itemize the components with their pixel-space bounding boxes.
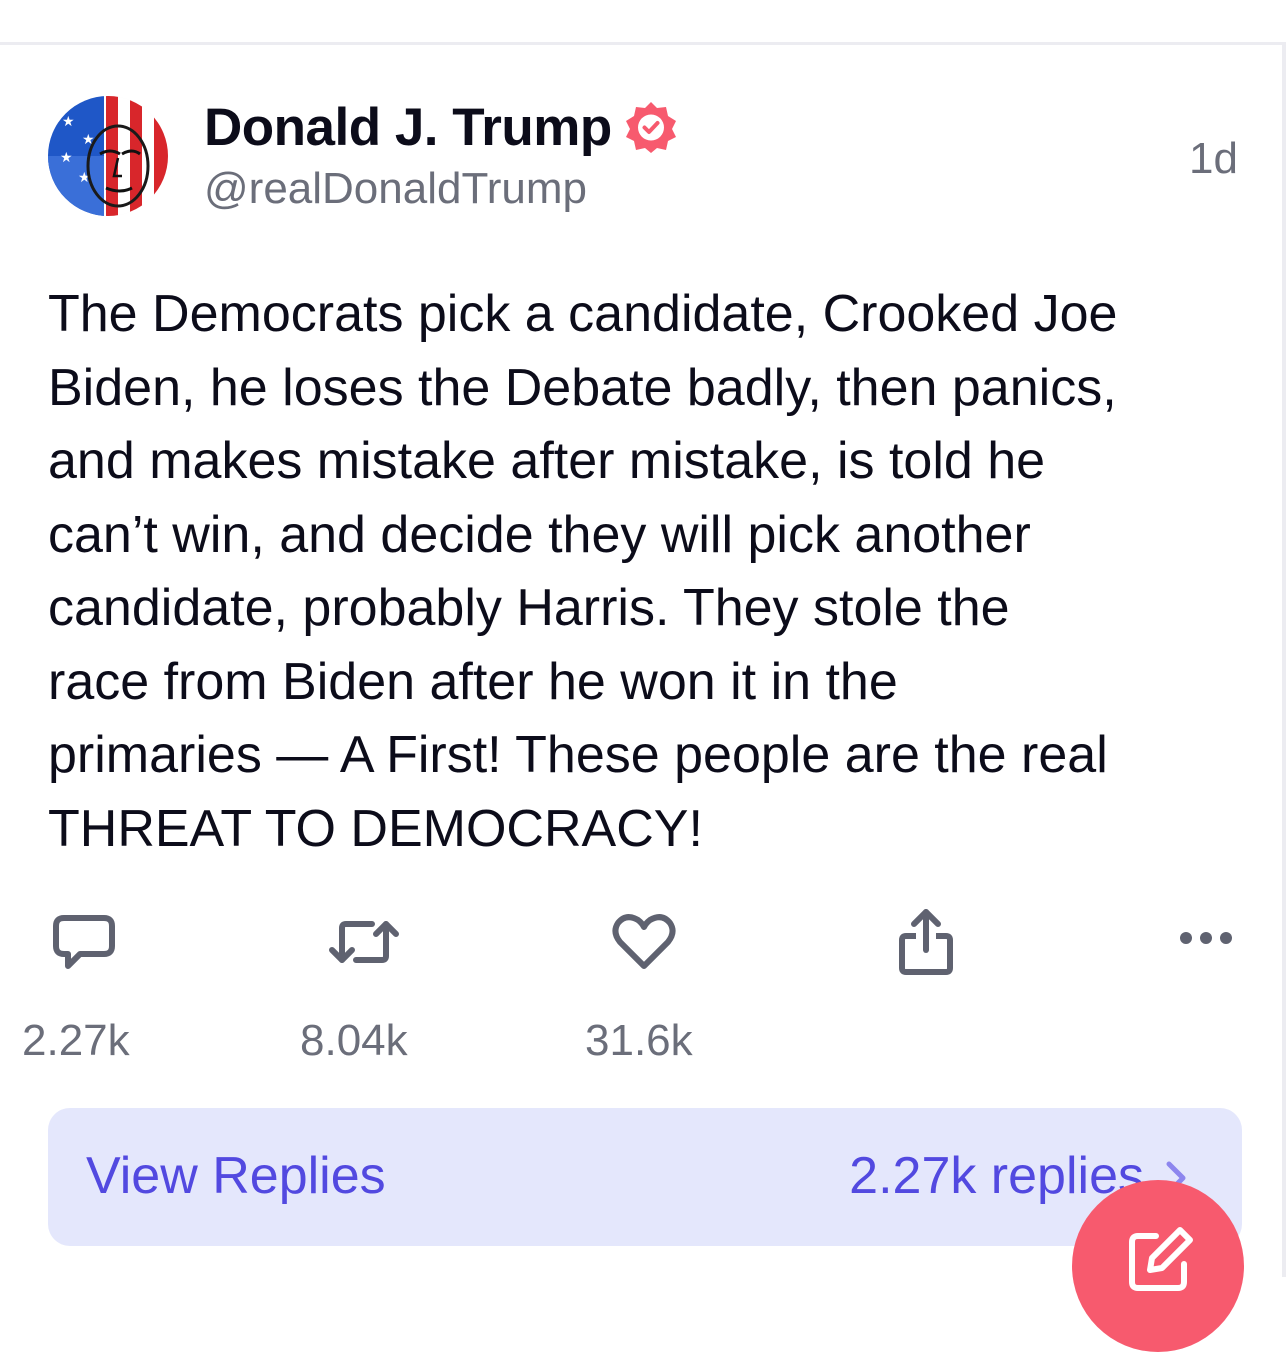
- author-name[interactable]: Donald J. Trump: [204, 96, 678, 158]
- more-icon[interactable]: [1178, 928, 1234, 948]
- replies-count: 2.27k replies: [849, 1147, 1144, 1205]
- view-replies-label: View Replies: [86, 1147, 386, 1205]
- reply-count: 2.27k: [22, 1016, 130, 1065]
- post-body-line: The Democrats pick a candidate, Crooked …: [48, 285, 1118, 343]
- repost-count: 8.04k: [300, 1016, 408, 1065]
- display-name-text: Donald J. Trump: [204, 97, 612, 157]
- compose-icon: [1124, 1224, 1196, 1301]
- post-body-line: and makes mistake after mistake, is told…: [48, 432, 1046, 490]
- svg-text:★: ★: [62, 113, 75, 129]
- share-icon[interactable]: [896, 906, 956, 978]
- compose-button[interactable]: [1072, 1180, 1244, 1352]
- card-edge: [1282, 42, 1286, 1277]
- view-replies-button[interactable]: View Replies 2.27k replies: [48, 1108, 1242, 1246]
- avatar-image: ★ ★ ★ ★: [48, 96, 168, 216]
- post-body-line: Biden, he loses the Debate badly, then p…: [48, 358, 1117, 417]
- verified-badge-icon: [624, 100, 678, 154]
- post-timestamp: 1d: [1189, 134, 1238, 183]
- reply-icon[interactable]: [50, 912, 118, 972]
- like-icon[interactable]: [612, 912, 676, 972]
- post-body-line: THREAT TO DEMOCRACY!: [48, 799, 703, 858]
- svg-text:★: ★: [60, 149, 73, 165]
- post-body-line: can’t win, and decide they will pick ano…: [48, 505, 1031, 564]
- post-body-line: race from Biden after he won it in the: [48, 652, 898, 711]
- post-body-line: candidate, probably Harris. They stole t…: [48, 579, 1010, 637]
- avatar[interactable]: ★ ★ ★ ★: [48, 96, 168, 216]
- top-divider: [0, 42, 1286, 45]
- like-count: 31.6k: [585, 1016, 693, 1065]
- author-handle[interactable]: @realDonaldTrump: [204, 164, 587, 214]
- repost-icon[interactable]: [328, 914, 400, 970]
- post-body: The Democrats pick a candidate, Crooked …: [48, 278, 1248, 866]
- post-body-line: primaries — A First! These people are th…: [48, 726, 1108, 784]
